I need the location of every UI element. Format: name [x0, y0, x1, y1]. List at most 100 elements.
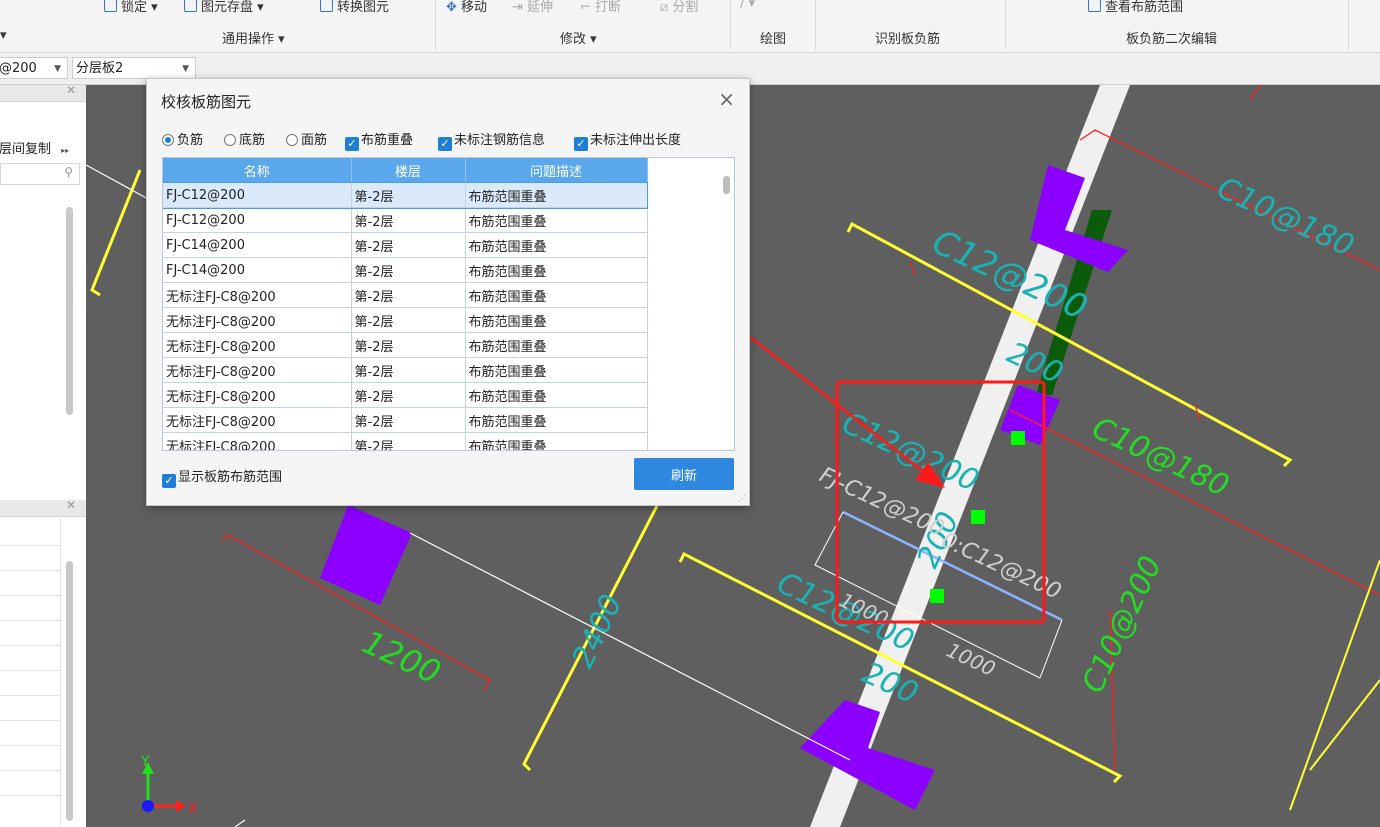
ribbon-separator: [1348, 0, 1349, 50]
cell-floor: 第-2层: [351, 357, 466, 383]
checkbox-show-range[interactable]: ✓ 显示板筋布筋范围: [162, 466, 282, 488]
group-draw: 绘图: [760, 32, 787, 47]
checkbox-checked-icon: ✓: [345, 137, 359, 151]
cell-floor: 第-2层: [351, 282, 466, 308]
more-icon: ▸▸: [61, 146, 70, 155]
cell-problem: 布筋范围重叠: [465, 232, 648, 258]
divider: [0, 545, 60, 546]
scrollbar[interactable]: [66, 207, 73, 415]
break-button[interactable]: ⌐ 打断: [580, 0, 621, 15]
floor-copy-button[interactable]: 层间复制 ▸▸: [0, 138, 69, 157]
convert-icon: [320, 0, 333, 12]
cell-floor: 第-2层: [351, 307, 466, 333]
ribbon-separator: [1005, 0, 1006, 50]
checkbox-checked-icon: ✓: [438, 137, 452, 151]
cell-problem: 布筋范围重叠: [465, 207, 648, 233]
cell-name: 无标注FJ-C8@200: [163, 432, 352, 450]
divider: [0, 795, 60, 796]
draw-tool-button[interactable]: ∕ ▾: [740, 0, 755, 11]
table-row[interactable]: 无标注FJ-C8@200 第-2层 布筋范围重叠: [163, 382, 648, 408]
close-icon[interactable]: ✕: [66, 83, 76, 97]
group-general-ops[interactable]: 通用操作 ▾: [222, 28, 285, 47]
move-button[interactable]: ✥ 移动: [446, 0, 487, 15]
cell-name: 无标注FJ-C8@200: [163, 357, 352, 383]
cell-name: 无标注FJ-C8@200: [163, 282, 352, 308]
draw-icon: ∕: [740, 0, 745, 11]
table-row[interactable]: FJ-C14@200 第-2层 布筋范围重叠: [163, 257, 648, 283]
extend-button[interactable]: ⇥ 延伸: [512, 0, 553, 15]
convert-element-button[interactable]: 转换图元: [320, 0, 389, 15]
layer-combo[interactable]: 分层板2 ▼: [72, 57, 196, 79]
col-header-floor[interactable]: 楼层: [351, 158, 466, 183]
cell-name: 无标注FJ-C8@200: [163, 382, 352, 408]
search-input[interactable]: ⚲: [0, 163, 80, 185]
checkbox-overlap[interactable]: ✓ 布筋重叠: [345, 129, 413, 151]
chevron-down-icon: ▼: [54, 64, 61, 74]
radio-bottom[interactable]: 底筋: [224, 129, 265, 148]
move-icon: ✥: [446, 0, 457, 15]
group-modify[interactable]: 修改 ▾: [560, 28, 597, 47]
radio-top[interactable]: 面筋: [286, 129, 327, 148]
cell-problem: 布筋范围重叠: [465, 183, 648, 208]
divider: [0, 720, 60, 721]
col-header-problem[interactable]: 问题描述: [465, 158, 648, 183]
cell-floor: 第-2层: [351, 207, 466, 233]
check-rebar-dialog: 校核板筋图元 × 负筋 底筋 面筋 ✓ 布筋重叠 ✓ 未标注钢筋信息 ✓ 未标注伸出长…: [146, 78, 750, 506]
checkbox-unlabeled-info[interactable]: ✓ 未标注钢筋信息: [438, 129, 545, 151]
cell-floor: 第-2层: [351, 382, 466, 408]
table-row[interactable]: 无标注FJ-C8@200 第-2层 布筋范围重叠: [163, 332, 648, 358]
cell-problem: 布筋范围重叠: [465, 332, 648, 358]
rebar-spec-combo[interactable]: @200 ▼: [0, 57, 68, 79]
table-scrollbar[interactable]: [723, 176, 730, 194]
table-body: FJ-C12@200 第-2层 布筋范围重叠 FJ-C12@200 第-2层 布筋范围重叠…: [163, 182, 648, 450]
cell-problem: 布筋范围重叠: [465, 382, 648, 408]
save-element-icon: [184, 0, 197, 12]
chevron-down-icon: ▼: [182, 64, 189, 74]
col-header-name[interactable]: 名称: [163, 158, 352, 183]
panel-header: ✕: [0, 83, 86, 102]
cell-problem: 布筋范围重叠: [465, 257, 648, 283]
checkbox-checked-icon: ✓: [574, 137, 588, 151]
lock-button[interactable]: 锁定 ▾: [104, 0, 158, 15]
collapse-arrow[interactable]: ▾: [0, 28, 7, 43]
table-row[interactable]: 无标注FJ-C8@200 第-2层 布筋范围重叠: [163, 357, 648, 383]
save-element-button[interactable]: 图元存盘 ▾: [184, 0, 264, 15]
search-icon: ⚲: [64, 165, 73, 179]
close-icon[interactable]: ✕: [66, 498, 76, 512]
split-button[interactable]: ⧄ 分割: [660, 0, 698, 15]
table-row[interactable]: FJ-C12@200 第-2层 布筋范围重叠: [163, 182, 648, 209]
left-panel: ✕ 层间复制 ▸▸ ⚲ ✕: [0, 83, 86, 827]
close-icon[interactable]: ×: [718, 87, 735, 111]
cell-problem: 布筋范围重叠: [465, 432, 648, 450]
extend-icon: ⇥: [512, 0, 523, 15]
table-row[interactable]: 无标注FJ-C8@200 第-2层 布筋范围重叠: [163, 282, 648, 308]
cell-name: FJ-C14@200: [163, 232, 352, 258]
checkbox-unlabeled-length[interactable]: ✓ 未标注伸出长度: [574, 129, 681, 151]
table-row[interactable]: 无标注FJ-C8@200 第-2层 布筋范围重叠: [163, 407, 648, 433]
divider: [0, 670, 60, 671]
cell-floor: 第-2层: [351, 407, 466, 433]
divider: [0, 645, 60, 646]
table-row[interactable]: FJ-C14@200 第-2层 布筋范围重叠: [163, 232, 648, 258]
divider: [0, 695, 60, 696]
divider: [0, 620, 60, 621]
break-icon: ⌐: [580, 0, 591, 15]
grip-point[interactable]: [971, 510, 985, 524]
grip-point[interactable]: [930, 589, 944, 603]
cell-name: FJ-C14@200: [163, 257, 352, 283]
cell-floor: 第-2层: [351, 232, 466, 258]
divider: [0, 595, 60, 596]
table-row[interactable]: 无标注FJ-C8@200 第-2层 布筋范围重叠: [163, 307, 648, 333]
view-range-button[interactable]: 查看布筋范围: [1088, 0, 1183, 15]
radio-unchecked-icon: [224, 134, 236, 146]
radio-negative[interactable]: 负筋: [162, 129, 203, 148]
refresh-button[interactable]: 刷新: [634, 458, 734, 490]
resize-grip-icon[interactable]: ⋰: [738, 494, 746, 503]
cell-floor: 第-2层: [351, 257, 466, 283]
dialog-title: 校核板筋图元: [161, 93, 252, 111]
table-row[interactable]: FJ-C12@200 第-2层 布筋范围重叠: [163, 207, 648, 233]
scrollbar[interactable]: [66, 561, 73, 821]
grip-point[interactable]: [1011, 431, 1025, 445]
table-row[interactable]: 无标注FJ-C8@200 第-2层 布筋范围重叠: [163, 432, 648, 450]
cell-name: 无标注FJ-C8@200: [163, 407, 352, 433]
